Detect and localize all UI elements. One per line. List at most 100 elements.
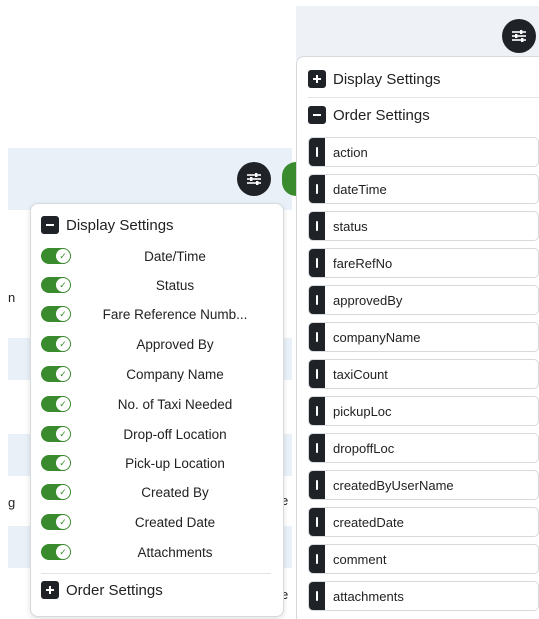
order-item[interactable]: comment [308,544,539,574]
order-item[interactable]: createdByUserName [308,470,539,500]
order-item-label: createdByUserName [333,477,454,493]
display-settings-title: Display Settings [333,70,441,88]
order-item-label: createdDate [333,514,404,530]
order-item-label: fareRefNo [333,255,393,271]
drag-handle-icon[interactable] [309,138,325,166]
check-icon: ✓ [56,278,70,292]
display-option-label: Created By [141,484,209,500]
display-option-row: ✓ Attachments [41,542,273,562]
order-item-label: dateTime [333,181,387,197]
order-item[interactable]: pickupLoc [308,396,539,426]
order-item-label: dropoffLoc [333,440,395,456]
display-option-label: Approved By [136,336,214,352]
check-icon: ✓ [56,397,70,411]
display-option-switch[interactable]: ✓ [41,484,71,500]
order-item-label: pickupLoc [333,403,392,419]
order-item-label: taxiCount [333,366,388,382]
column-settings-button[interactable] [502,19,536,53]
drag-handle-icon[interactable] [309,471,325,499]
order-item-label: companyName [333,329,421,345]
drag-handle-icon[interactable] [309,323,325,351]
display-option-switch[interactable]: ✓ [41,455,71,471]
display-option-switch[interactable]: ✓ [41,396,71,412]
order-item-label: action [333,144,368,160]
check-icon: ✓ [56,545,70,559]
order-item[interactable]: approvedBy [308,285,539,315]
display-option-label: Attachments [137,544,213,560]
order-settings-title: Order Settings [66,581,163,599]
drag-handle-icon[interactable] [309,397,325,425]
display-option-switch[interactable]: ✓ [41,277,71,293]
check-icon: ✓ [56,456,70,470]
drag-handle-icon[interactable] [309,582,325,610]
drag-handle-icon[interactable] [309,508,325,536]
order-item-label: approvedBy [333,292,403,308]
display-option-switch[interactable]: ✓ [41,514,71,530]
display-option-label: Status [155,277,195,293]
display-settings-toggle[interactable]: Display Settings [308,70,441,88]
display-option-row: ✓ Created By [41,482,273,502]
check-icon: ✓ [56,427,70,441]
order-item-label: status [333,218,368,234]
drag-handle-icon[interactable] [309,212,325,240]
settings-dropdown-left: Display Settings ✓ Date/Time ✓ Status ✓ … [30,203,284,617]
order-item[interactable]: attachments [308,581,539,611]
display-option-label: Fare Reference Numb... [102,306,248,322]
display-option-switch[interactable]: ✓ [41,426,71,442]
display-option-label: Created Date [134,514,216,530]
display-option-row: ✓ Status [41,275,273,295]
check-icon: ✓ [56,485,70,499]
order-item[interactable]: dateTime [308,174,539,204]
minus-icon [41,216,59,234]
display-option-row: ✓ Approved By [41,334,273,354]
display-option-label: Pick-up Location [125,455,225,471]
minus-icon [308,106,326,124]
display-option-label: Date/Time [144,248,206,264]
drag-handle-icon[interactable] [309,175,325,203]
section-divider [41,573,271,574]
settings-dropdown-right: Display Settings Order Settings action d… [296,56,539,619]
display-option-switch[interactable]: ✓ [41,366,71,382]
drag-handle-icon[interactable] [309,434,325,462]
order-settings-title: Order Settings [333,106,430,124]
drag-handle-icon[interactable] [309,360,325,388]
order-item[interactable]: taxiCount [308,359,539,389]
check-icon: ✓ [56,367,70,381]
order-item[interactable]: fareRefNo [308,248,539,278]
order-item-label: comment [333,551,387,567]
order-item[interactable]: dropoffLoc [308,433,539,463]
display-option-switch[interactable]: ✓ [41,306,71,322]
drag-handle-icon[interactable] [309,249,325,277]
display-option-row: ✓ Fare Reference Numb... [41,304,273,324]
check-icon: ✓ [56,337,70,351]
order-item[interactable]: createdDate [308,507,539,537]
display-option-row: ✓ No. of Taxi Needed [41,394,273,414]
display-option-row: ✓ Drop-off Location [41,424,273,444]
order-item-label: attachments [333,588,404,604]
display-option-switch[interactable]: ✓ [41,544,71,560]
order-item[interactable]: status [308,211,539,241]
drag-handle-icon[interactable] [309,286,325,314]
display-option-row: ✓ Company Name [41,364,273,384]
check-icon: ✓ [56,249,70,263]
check-icon: ✓ [56,307,70,321]
display-settings-toggle[interactable]: Display Settings [41,216,174,234]
check-icon: ✓ [56,515,70,529]
sliders-icon [512,30,526,42]
plus-icon [41,581,59,599]
table-cell-fragment: n [8,290,16,305]
display-option-label: No. of Taxi Needed [117,396,233,412]
display-option-switch[interactable]: ✓ [41,248,71,264]
order-item[interactable]: action [308,137,539,167]
display-option-row: ✓ Created Date [41,512,273,532]
drag-handle-icon[interactable] [309,545,325,573]
order-item[interactable]: companyName [308,322,539,352]
order-settings-toggle[interactable]: Order Settings [41,581,163,599]
section-divider [308,97,539,98]
display-option-switch[interactable]: ✓ [41,336,71,352]
order-settings-toggle[interactable]: Order Settings [308,106,430,124]
column-settings-button[interactable] [237,162,271,196]
table-cell-fragment: g [8,495,16,510]
display-option-row: ✓ Pick-up Location [41,453,273,473]
display-option-label: Company Name [126,366,224,382]
